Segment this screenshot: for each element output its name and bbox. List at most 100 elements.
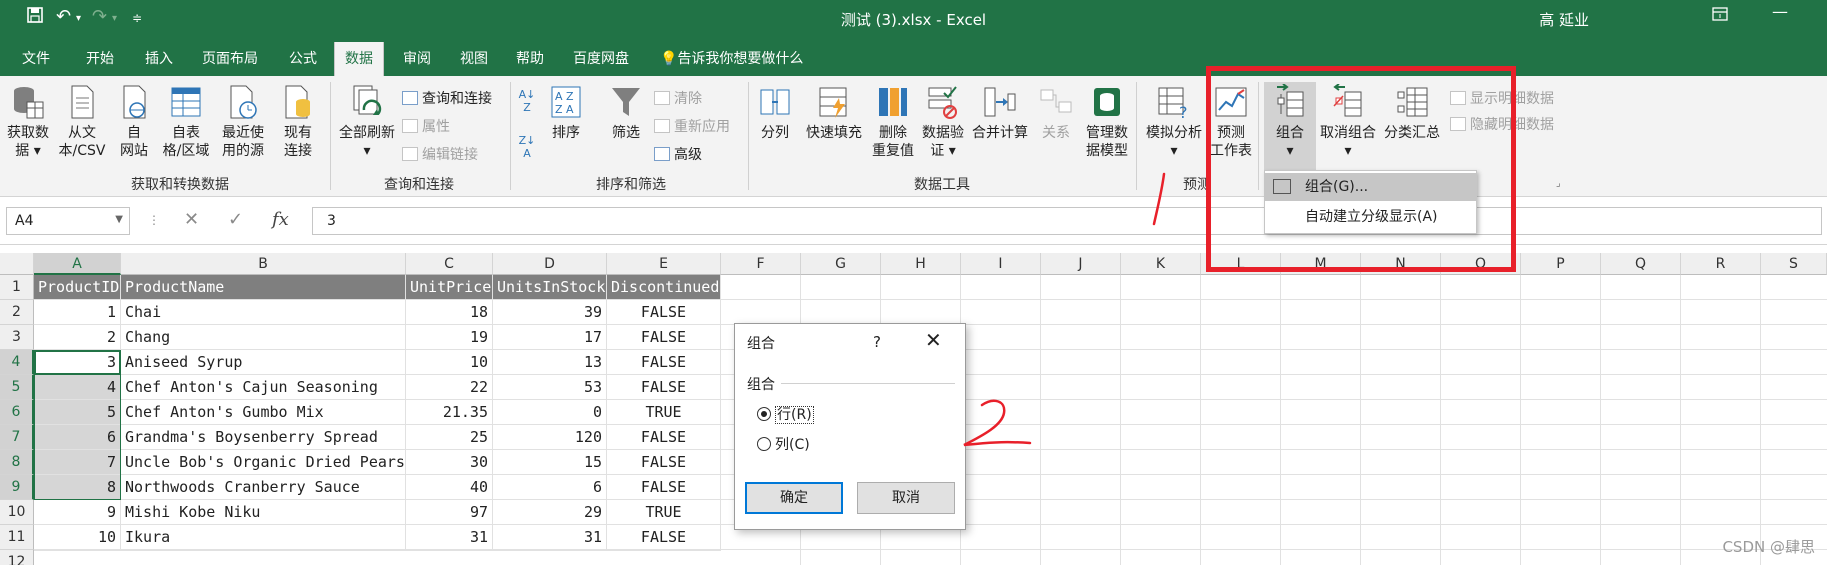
tab-page-layout[interactable]: 页面布局 — [202, 46, 258, 70]
table-cell[interactable]: 6 — [34, 425, 121, 450]
filter-button[interactable]: 筛选 — [604, 84, 648, 142]
table-cell[interactable]: Chef Anton's Cajun Seasoning — [121, 375, 406, 400]
table-cell[interactable]: FALSE — [607, 375, 721, 400]
table-cell[interactable]: 19 — [406, 325, 493, 350]
table-header-cell[interactable]: ProductID — [34, 275, 121, 300]
row-header[interactable]: 11 — [0, 525, 34, 550]
tab-formulas[interactable]: 公式 — [289, 46, 317, 70]
name-box[interactable]: A4 ▼ — [6, 207, 130, 235]
hide-detail-button[interactable]: 隐藏明细数据 — [1450, 114, 1554, 134]
table-cell[interactable]: Mishi Kobe Niku — [121, 500, 406, 525]
table-cell[interactable]: 3 — [34, 350, 121, 375]
column-header[interactable]: P — [1521, 253, 1601, 275]
table-cell[interactable]: Uncle Bob's Organic Dried Pears — [121, 450, 406, 475]
table-cell[interactable]: 6 — [493, 475, 607, 500]
tab-file[interactable]: 文件 — [22, 46, 50, 70]
table-cell[interactable]: 18 — [406, 300, 493, 325]
radio-rows[interactable]: 行(R) — [757, 404, 814, 424]
row-header[interactable]: 6 — [0, 400, 34, 425]
column-header[interactable]: S — [1761, 253, 1827, 275]
column-header[interactable]: E — [607, 253, 721, 275]
from-text-csv-button[interactable]: 从文 本/CSV — [54, 84, 110, 160]
table-header-cell[interactable]: Discontinued — [607, 275, 721, 300]
column-header[interactable]: A — [34, 253, 121, 275]
group-button[interactable]: 组合 ▾ — [1264, 82, 1316, 172]
formula-input[interactable]: 3 — [312, 207, 1822, 235]
column-header[interactable]: O — [1441, 253, 1521, 275]
subtotal-button[interactable]: 分类汇总 — [1380, 84, 1444, 142]
table-cell[interactable]: 15 — [493, 450, 607, 475]
properties-button[interactable]: 属性 — [402, 116, 450, 136]
minimize-icon[interactable]: — — [1772, 2, 1788, 21]
table-cell[interactable]: 1 — [34, 300, 121, 325]
advanced-filter-button[interactable]: 高级 — [654, 144, 702, 164]
table-cell[interactable]: TRUE — [607, 400, 721, 425]
flash-fill-button[interactable]: 快速填充 — [800, 84, 868, 142]
row-header[interactable]: 9 — [0, 475, 34, 500]
table-cell[interactable]: 22 — [406, 375, 493, 400]
radio-columns[interactable]: 列(C) — [757, 434, 810, 454]
help-icon[interactable]: ? — [873, 333, 881, 351]
row-header[interactable]: 2 — [0, 300, 34, 325]
table-cell[interactable]: 40 — [406, 475, 493, 500]
row-header[interactable]: 8 — [0, 450, 34, 475]
column-header[interactable]: B — [121, 253, 406, 275]
table-cell[interactable]: FALSE — [607, 475, 721, 500]
tell-me-search[interactable]: 💡告诉我你想要做什么 — [660, 46, 803, 70]
table-cell[interactable]: 9 — [34, 500, 121, 525]
row-header[interactable]: 12 — [0, 550, 34, 565]
from-web-button[interactable]: 自网站 — [112, 84, 156, 160]
tab-insert[interactable]: 插入 — [145, 46, 173, 70]
column-header[interactable]: K — [1121, 253, 1201, 275]
cancel-button[interactable]: 取消 — [857, 482, 955, 514]
sort-button[interactable]: A ZZ A 排序 — [544, 84, 588, 142]
close-icon[interactable]: ✕ — [925, 328, 942, 352]
table-cell[interactable]: FALSE — [607, 350, 721, 375]
table-cell[interactable]: Chang — [121, 325, 406, 350]
table-cell[interactable]: Grandma's Boysenberry Spread — [121, 425, 406, 450]
table-cell[interactable]: 29 — [493, 500, 607, 525]
table-cell[interactable]: Northwoods Cranberry Sauce — [121, 475, 406, 500]
column-header[interactable]: G — [801, 253, 881, 275]
select-all-corner[interactable] — [0, 253, 34, 275]
table-cell[interactable]: 5 — [34, 400, 121, 425]
dialog-launcher-icon[interactable]: ⌟ — [1556, 178, 1561, 189]
what-if-analysis-button[interactable]: ? 模拟分析 ▾ — [1140, 84, 1208, 160]
forecast-sheet-button[interactable]: 预测 工作表 — [1206, 84, 1256, 160]
tab-help[interactable]: 帮助 — [516, 46, 544, 70]
column-header[interactable]: F — [721, 253, 801, 275]
column-header[interactable]: Q — [1601, 253, 1681, 275]
table-cell[interactable]: FALSE — [607, 450, 721, 475]
column-header[interactable]: H — [881, 253, 961, 275]
chevron-down-icon[interactable]: ▼ — [115, 214, 123, 225]
table-cell[interactable]: 31 — [493, 525, 607, 550]
table-cell[interactable]: 21.35 — [406, 400, 493, 425]
relationships-button[interactable]: 关系 — [1034, 84, 1078, 142]
refresh-all-button[interactable]: 全部刷新 ▾ — [334, 84, 400, 160]
tab-data[interactable]: 数据 — [334, 42, 384, 76]
table-cell[interactable]: Chef Anton's Gumbo Mix — [121, 400, 406, 425]
table-cell[interactable]: 25 — [406, 425, 493, 450]
table-cell[interactable]: Ikura — [121, 525, 406, 550]
table-cell[interactable]: FALSE — [607, 525, 721, 550]
column-header[interactable]: J — [1041, 253, 1121, 275]
table-cell[interactable]: 10 — [34, 525, 121, 550]
manage-data-model-button[interactable]: 管理数 据模型 — [1080, 84, 1134, 160]
column-header[interactable]: N — [1361, 253, 1441, 275]
table-cell[interactable]: FALSE — [607, 325, 721, 350]
ribbon-display-options-icon[interactable] — [1712, 6, 1728, 25]
sort-ascending-button[interactable]: A↓ Z — [516, 88, 538, 114]
from-table-range-button[interactable]: 自表 格/区域 — [158, 84, 214, 160]
sort-descending-button[interactable]: Z↓ A — [516, 134, 538, 160]
insert-function-icon[interactable]: fx — [272, 209, 289, 230]
empty-row[interactable] — [34, 550, 721, 565]
table-cell[interactable]: Chai — [121, 300, 406, 325]
column-header[interactable]: M — [1281, 253, 1361, 275]
recent-sources-button[interactable]: 最近使 用的源 — [215, 84, 271, 160]
menu-item-auto-outline[interactable]: 自动建立分级显示(A) — [1265, 203, 1476, 231]
row-header[interactable]: 3 — [0, 325, 34, 350]
table-cell[interactable]: FALSE — [607, 300, 721, 325]
clear-filter-button[interactable]: 清除 — [654, 88, 702, 108]
show-detail-button[interactable]: 显示明细数据 — [1450, 88, 1554, 108]
get-data-button[interactable]: 获取数据 ▾ — [2, 84, 54, 160]
